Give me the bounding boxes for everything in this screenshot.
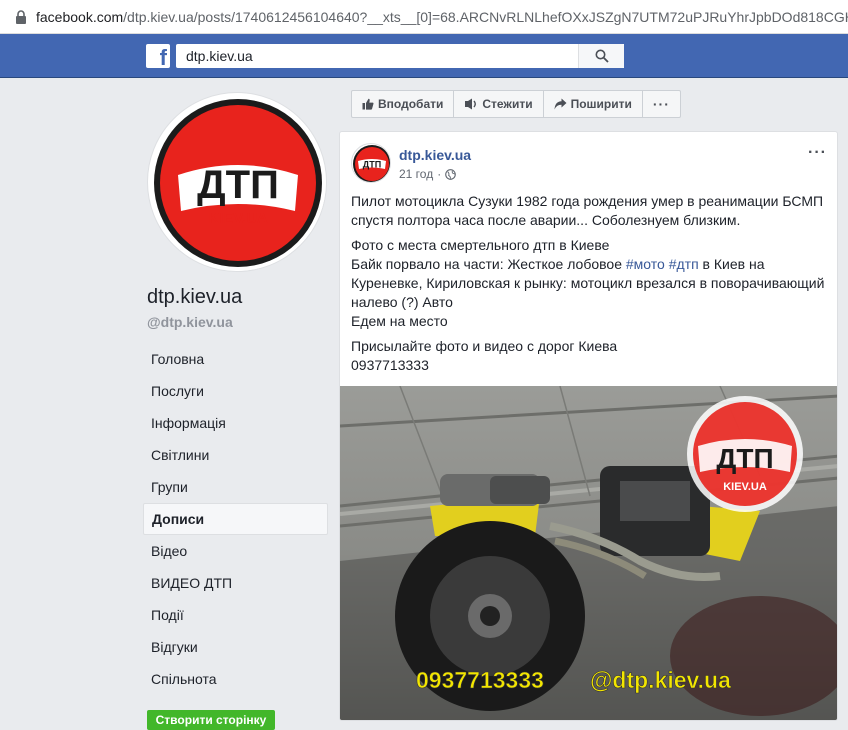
post-options-button[interactable]: ··· <box>808 144 827 162</box>
follow-label: Стежити <box>482 97 533 111</box>
nav-item-community[interactable]: Спільнота <box>143 663 328 695</box>
dtp-logo: ДТП KIEV.UA <box>150 95 326 271</box>
lock-icon <box>14 9 28 25</box>
post-paragraph-1: Пилот мотоцикла Сузуки 1982 года рождени… <box>351 193 824 228</box>
page-profile-picture[interactable]: ДТП KIEV.UA <box>147 92 327 272</box>
facebook-logo[interactable]: f <box>146 44 170 68</box>
page-navigation: Головна Послуги Інформація Світлини Груп… <box>143 343 328 695</box>
create-page-button[interactable]: Створити сторінку <box>147 710 275 730</box>
nav-item-services[interactable]: Послуги <box>143 375 328 407</box>
post-phone: 0937713333 <box>351 357 429 373</box>
svg-text:ДТП: ДТП <box>197 163 279 207</box>
share-arrow-icon <box>554 98 567 110</box>
facebook-top-bar: f dtp.kiev.ua <box>0 34 848 78</box>
nav-item-photos[interactable]: Світлини <box>143 439 328 471</box>
post-text: Пилот мотоцикла Сузуки 1982 года рождени… <box>351 192 831 381</box>
post-line: Фото с места смертельного дтп в Киеве <box>351 237 610 253</box>
svg-text:ДТП: ДТП <box>716 443 773 474</box>
thumbs-up-icon <box>362 98 374 110</box>
globe-icon <box>445 168 457 180</box>
post-author-avatar[interactable]: ДТП <box>351 143 391 183</box>
page-name[interactable]: dtp.kiev.ua <box>147 286 242 309</box>
share-label: Поширити <box>570 97 632 111</box>
search-icon <box>595 49 609 63</box>
search-input[interactable]: dtp.kiev.ua <box>176 44 624 68</box>
svg-text:KIEV.UA: KIEV.UA <box>723 481 767 493</box>
page-handle[interactable]: @dtp.kiev.ua <box>147 314 233 330</box>
url-text: facebook.com/dtp.kiev.ua/posts/174061245… <box>36 9 848 25</box>
post-paragraph-3: Присылайте фото и видео с дорог Киева 09… <box>351 337 831 375</box>
follow-button[interactable]: Стежити <box>454 91 544 117</box>
share-button[interactable]: Поширити <box>544 91 643 117</box>
like-button[interactable]: Вподобати <box>352 91 455 117</box>
nav-item-videos[interactable]: Відео <box>143 535 328 567</box>
svg-text:KIEV.UA: KIEV.UA <box>208 210 268 227</box>
nav-item-posts[interactable]: Дописи <box>143 503 328 535</box>
search-button[interactable] <box>578 44 624 68</box>
post-time-text: 21 год <box>399 167 434 181</box>
page-actions-bar: Вподобати Стежити Поширити ··· <box>351 90 681 118</box>
nav-item-events[interactable]: Події <box>143 599 328 631</box>
hashtag-link[interactable]: #мото <box>626 256 665 272</box>
nav-item-home[interactable]: Головна <box>143 343 328 375</box>
photo-handle-watermark: @dtp.kiev.ua <box>590 667 731 693</box>
dtp-watermark: ДТП KIEV.UA <box>687 396 803 512</box>
nav-item-reviews[interactable]: Відгуки <box>143 631 328 663</box>
dtp-logo-small: ДТП <box>353 145 390 182</box>
hashtag-link[interactable]: #дтп <box>669 256 699 272</box>
post-line: Едем на место <box>351 313 448 329</box>
post-author-name[interactable]: dtp.kiev.ua <box>399 147 471 163</box>
svg-text:ДТП: ДТП <box>363 160 381 170</box>
nav-item-dtp-videos[interactable]: ВИДЕО ДТП <box>143 567 328 599</box>
follow-icon <box>465 98 477 110</box>
like-label: Вподобати <box>378 97 444 111</box>
photo-phone-watermark: 0937713333 <box>416 667 544 693</box>
nav-item-about[interactable]: Інформація <box>143 407 328 439</box>
browser-address-bar[interactable]: facebook.com/dtp.kiev.ua/posts/174061245… <box>0 0 848 34</box>
post-photo[interactable]: ДТП KIEV.UA 0937713333 @dtp.kiev.ua <box>340 385 837 720</box>
more-dots-icon: ··· <box>652 96 670 112</box>
url-path: /dtp.kiev.ua/posts/1740612456104640?__xt… <box>123 8 848 25</box>
crashed-motorcycle-image: ДТП KIEV.UA 0937713333 @dtp.kiev.ua <box>340 385 837 720</box>
post-timestamp[interactable]: 21 год · <box>399 167 457 181</box>
more-actions-button[interactable]: ··· <box>643 91 680 117</box>
separator-dot: · <box>437 167 442 181</box>
post-card: ДТП dtp.kiev.ua 21 год · ··· Пилот мотоц… <box>339 131 838 721</box>
post-line: Байк порвало на части: Жесткое лобовое <box>351 256 626 272</box>
nav-item-groups[interactable]: Групи <box>143 471 328 503</box>
post-paragraph-2: Фото с места смертельного дтп в Киеве Ба… <box>351 236 831 331</box>
post-line: Присылайте фото и видео с дорог Киева <box>351 338 618 354</box>
url-host: facebook.com <box>36 8 124 25</box>
